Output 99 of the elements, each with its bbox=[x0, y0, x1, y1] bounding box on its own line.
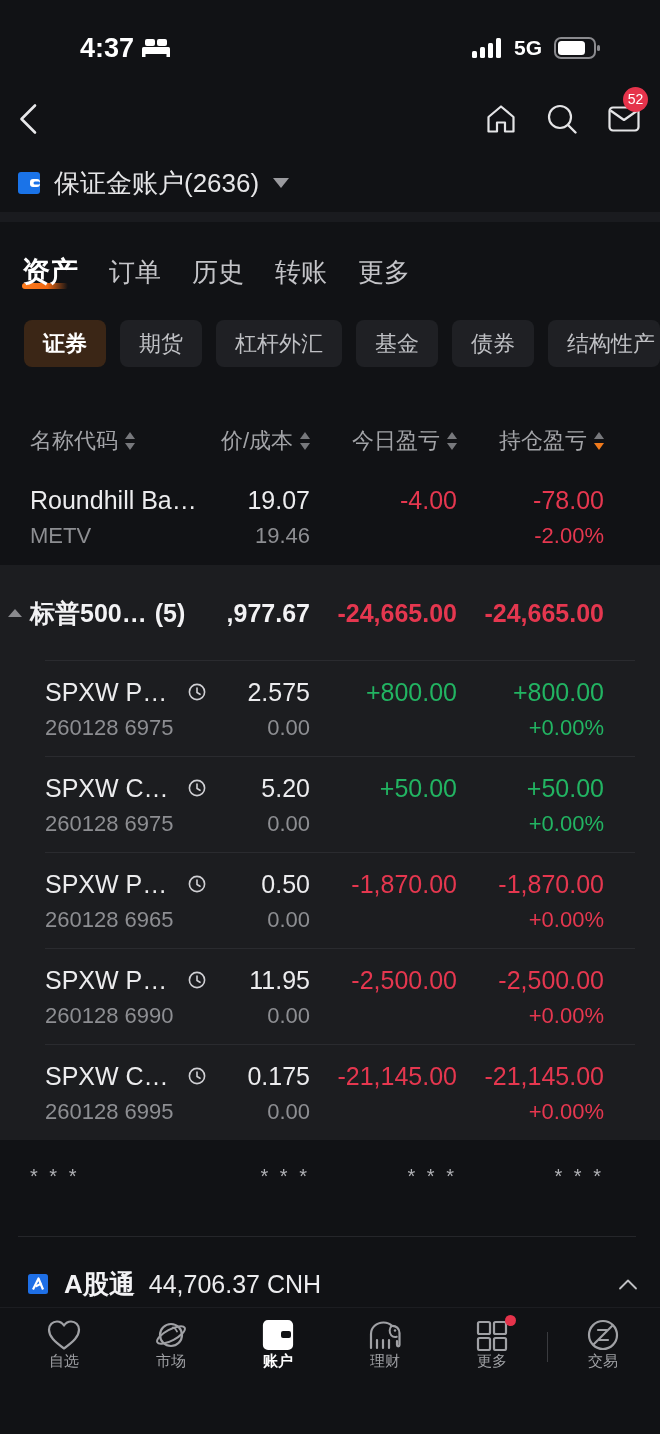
option-code: 260128 6995 bbox=[45, 1098, 174, 1126]
chevron-up-icon[interactable] bbox=[618, 1278, 638, 1290]
group-today-pl: -24,665.00 bbox=[337, 597, 457, 629]
column-header[interactable]: 持仓盈亏 bbox=[499, 426, 604, 456]
mail-icon[interactable] bbox=[608, 106, 640, 132]
cost: 0.00 bbox=[267, 714, 310, 742]
sort-icon[interactable] bbox=[300, 432, 310, 450]
column-header[interactable]: 今日盈亏 bbox=[352, 426, 457, 456]
category-chip[interactable]: 杠杆外汇 bbox=[216, 320, 342, 367]
option-code: 260128 6965 bbox=[45, 906, 174, 934]
bed-icon bbox=[142, 39, 171, 57]
price: 2.575 bbox=[247, 677, 310, 708]
option-name: SPXW C… bbox=[45, 773, 169, 804]
masked-value: * * * bbox=[260, 1164, 310, 1188]
elephant-icon bbox=[367, 1319, 402, 1351]
wallet-icon bbox=[260, 1319, 295, 1351]
option-code: 260128 6990 bbox=[45, 1002, 174, 1030]
section-amount: 44,706.37 CNH bbox=[148, 1269, 322, 1300]
price: 5.20 bbox=[261, 773, 310, 804]
group-price: ,977.67 bbox=[226, 597, 310, 629]
logo-icon bbox=[28, 1274, 48, 1294]
option-name: SPXW P… bbox=[45, 869, 168, 900]
position-pl-percent: -2.00% bbox=[534, 522, 604, 550]
sort-icon[interactable] bbox=[125, 432, 135, 450]
today-pl: +50.00 bbox=[379, 773, 457, 804]
cost: 19.46 bbox=[254, 522, 310, 550]
position-pl: -2,500.00 bbox=[498, 965, 604, 996]
column-header[interactable]: 名称代码 bbox=[30, 426, 135, 456]
wallet-icon bbox=[18, 172, 40, 194]
today-pl: -21,145.00 bbox=[337, 1061, 457, 1092]
nav-tab[interactable]: 账户 bbox=[224, 1319, 331, 1371]
position-pl: -78.00 bbox=[533, 485, 604, 516]
cost: 0.00 bbox=[267, 1098, 310, 1126]
sort-icon[interactable] bbox=[594, 432, 604, 450]
column-header[interactable]: 价/成本 bbox=[220, 426, 310, 456]
battery-icon bbox=[554, 37, 600, 59]
tab[interactable]: 资产 bbox=[22, 252, 78, 292]
nav-tab[interactable]: 理财 bbox=[331, 1319, 438, 1371]
account-selector[interactable]: 保证金账户(2636) bbox=[18, 166, 290, 200]
price: 19.07 bbox=[247, 485, 310, 516]
cost: 0.00 bbox=[267, 906, 310, 934]
price: 11.95 bbox=[249, 965, 310, 996]
group-position-pl: -24,665.00 bbox=[484, 597, 604, 629]
position-pl: -1,870.00 bbox=[498, 869, 604, 900]
position-pl-percent: +0.00% bbox=[528, 714, 604, 742]
badge-count: 52 bbox=[623, 87, 648, 112]
cost: 0.00 bbox=[267, 1002, 310, 1030]
tab[interactable]: 历史 bbox=[192, 252, 244, 292]
nav-tab[interactable]: 交易 bbox=[549, 1319, 656, 1371]
price: 0.50 bbox=[261, 869, 310, 900]
nav-tab[interactable]: 更多 bbox=[438, 1319, 545, 1371]
back-icon[interactable] bbox=[18, 103, 38, 135]
option-name: SPXW P… bbox=[45, 677, 168, 708]
stock-code: METV bbox=[30, 522, 92, 550]
status-time: 4:37 bbox=[80, 32, 135, 64]
position-pl-percent: +0.00% bbox=[528, 1098, 604, 1126]
section-title: A股通 bbox=[64, 1268, 135, 1301]
category-chip[interactable]: 结构性产 bbox=[548, 320, 660, 367]
today-pl: -4.00 bbox=[400, 485, 457, 516]
heart-icon bbox=[46, 1319, 81, 1351]
position-pl-percent: +0.00% bbox=[528, 810, 604, 838]
option-name: SPXW P… bbox=[45, 965, 168, 996]
circle-slash-icon bbox=[585, 1319, 620, 1351]
stock-name: Roundhill Ba… bbox=[30, 485, 197, 516]
caret-up-icon[interactable] bbox=[8, 608, 22, 617]
position-pl: -21,145.00 bbox=[484, 1061, 604, 1092]
category-chip[interactable]: 债券 bbox=[452, 320, 534, 367]
today-pl: -1,870.00 bbox=[351, 869, 457, 900]
nav-tab[interactable]: 市场 bbox=[117, 1319, 224, 1371]
price: 0.175 bbox=[247, 1061, 310, 1092]
masked-value: * * * bbox=[407, 1164, 457, 1188]
group-name: 标普500… bbox=[30, 597, 147, 629]
nav-tab[interactable]: 自选 bbox=[10, 1319, 117, 1371]
category-chip[interactable]: 基金 bbox=[356, 320, 438, 367]
cost: 0.00 bbox=[267, 810, 310, 838]
sort-icon[interactable] bbox=[447, 432, 457, 450]
position-pl-percent: +0.00% bbox=[528, 1002, 604, 1030]
tab[interactable]: 更多 bbox=[358, 252, 410, 292]
masked-value: * * * bbox=[30, 1164, 80, 1188]
grid-icon bbox=[474, 1319, 509, 1351]
signal-icon bbox=[472, 38, 502, 58]
search-icon[interactable] bbox=[547, 104, 577, 134]
network-label: 5G bbox=[514, 36, 542, 60]
position-pl: +800.00 bbox=[512, 677, 604, 708]
today-pl: +800.00 bbox=[365, 677, 457, 708]
category-chip[interactable]: 证券 bbox=[24, 320, 106, 367]
option-code: 260128 6975 bbox=[45, 810, 174, 838]
position-pl-percent: +0.00% bbox=[528, 906, 604, 934]
option-code: 260128 6975 bbox=[45, 714, 174, 742]
tab[interactable]: 订单 bbox=[109, 252, 161, 292]
today-pl: -2,500.00 bbox=[351, 965, 457, 996]
option-name: SPXW C… bbox=[45, 1061, 169, 1092]
home-icon[interactable] bbox=[486, 104, 516, 134]
position-pl: +50.00 bbox=[526, 773, 604, 804]
category-chip[interactable]: 期货 bbox=[120, 320, 202, 367]
tab[interactable]: 转账 bbox=[275, 252, 327, 292]
masked-value: * * * bbox=[554, 1164, 604, 1188]
group-count: (5) bbox=[154, 597, 186, 629]
caret-down-icon bbox=[273, 178, 290, 188]
